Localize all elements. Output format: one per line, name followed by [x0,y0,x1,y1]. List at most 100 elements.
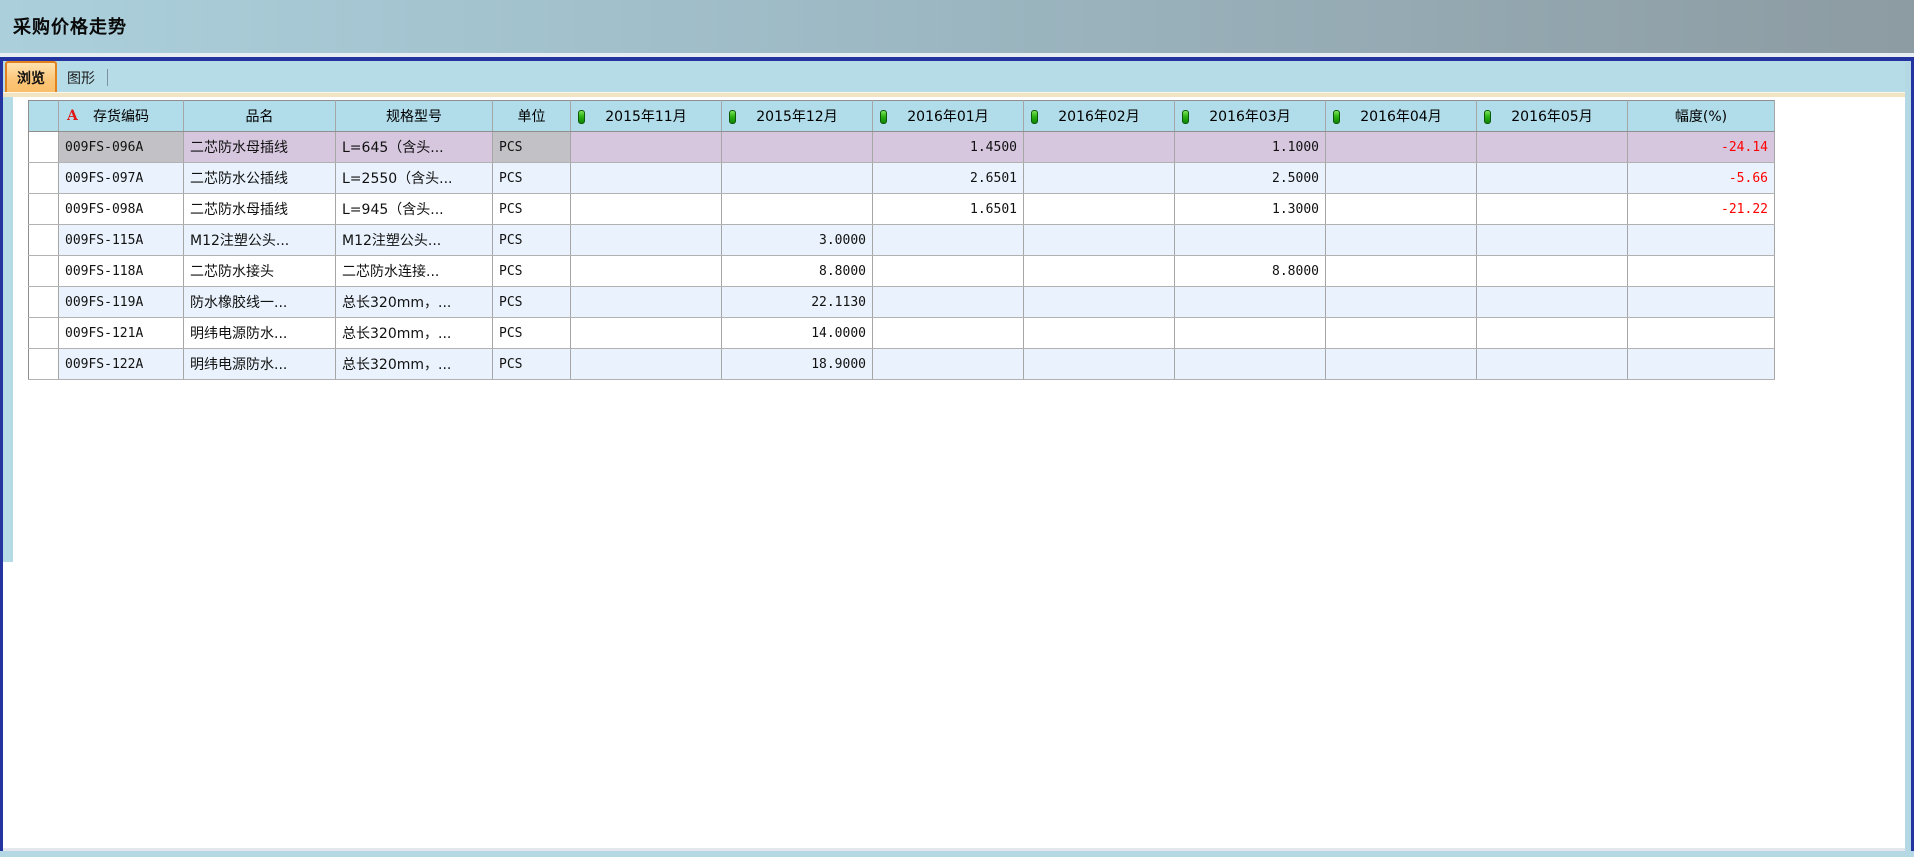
cell-spec[interactable]: L=945（含头... [336,194,493,225]
column-header-month-3[interactable]: 2016年02月 [1024,101,1175,132]
cell-month-4[interactable] [1175,318,1326,349]
column-header-name[interactable]: 品名 [184,101,336,132]
cell-month-6[interactable] [1477,163,1628,194]
cell-unit[interactable]: PCS [493,349,571,380]
cell-month-1[interactable] [722,194,873,225]
cell-month-5[interactable] [1326,349,1477,380]
cell-spec[interactable]: 总长320mm，... [336,349,493,380]
cell-name[interactable]: M12注塑公头... [184,225,336,256]
cell-month-3[interactable] [1024,256,1175,287]
cell-month-2[interactable] [873,318,1024,349]
row-selector-cell[interactable] [29,132,59,163]
cell-month-1[interactable]: 14.0000 [722,318,873,349]
cell-name[interactable]: 二芯防水母插线 [184,132,336,163]
cell-month-4[interactable]: 2.5000 [1175,163,1326,194]
cell-code[interactable]: 009FS-118A [59,256,184,287]
cell-month-3[interactable] [1024,287,1175,318]
cell-spec[interactable]: 总长320mm，... [336,318,493,349]
cell-name[interactable]: 防水橡胶线一... [184,287,336,318]
cell-range[interactable]: -24.14 [1628,132,1775,163]
cell-month-4[interactable]: 1.3000 [1175,194,1326,225]
cell-month-5[interactable] [1326,287,1477,318]
cell-month-6[interactable] [1477,256,1628,287]
row-selector-cell[interactable] [29,256,59,287]
cell-month-2[interactable]: 1.4500 [873,132,1024,163]
cell-name[interactable]: 二芯防水公插线 [184,163,336,194]
table-row[interactable]: 009FS-119A防水橡胶线一...总长320mm，...PCS22.1130 [29,287,1775,318]
cell-month-2[interactable]: 2.6501 [873,163,1024,194]
cell-month-1[interactable] [722,132,873,163]
cell-code[interactable]: 009FS-121A [59,318,184,349]
cell-code[interactable]: 009FS-097A [59,163,184,194]
cell-range[interactable] [1628,318,1775,349]
cell-range[interactable]: -21.22 [1628,194,1775,225]
table-row[interactable]: 009FS-096A二芯防水母插线L=645（含头...PCS1.45001.1… [29,132,1775,163]
cell-month-2[interactable] [873,256,1024,287]
column-header-month-4[interactable]: 2016年03月 [1175,101,1326,132]
cell-unit[interactable]: PCS [493,287,571,318]
cell-month-4[interactable]: 1.1000 [1175,132,1326,163]
cell-month-4[interactable] [1175,287,1326,318]
table-row[interactable]: 009FS-122A明纬电源防水...总长320mm，...PCS18.9000 [29,349,1775,380]
cell-unit[interactable]: PCS [493,318,571,349]
cell-month-3[interactable] [1024,318,1175,349]
cell-unit[interactable]: PCS [493,194,571,225]
cell-month-0[interactable] [571,225,722,256]
cell-name[interactable]: 明纬电源防水... [184,349,336,380]
tab-browse[interactable]: 浏览 [5,61,57,92]
row-selector-cell[interactable] [29,194,59,225]
column-header-month-0[interactable]: 2015年11月 [571,101,722,132]
cell-month-0[interactable] [571,349,722,380]
cell-range[interactable] [1628,349,1775,380]
cell-spec[interactable]: 总长320mm，... [336,287,493,318]
cell-month-1[interactable]: 8.8000 [722,256,873,287]
cell-month-6[interactable] [1477,287,1628,318]
column-header-range[interactable]: 幅度(%) [1628,101,1775,132]
cell-month-5[interactable] [1326,318,1477,349]
cell-range[interactable] [1628,225,1775,256]
column-header-month-2[interactable]: 2016年01月 [873,101,1024,132]
row-selector-cell[interactable] [29,225,59,256]
cell-unit[interactable]: PCS [493,132,571,163]
table-row[interactable]: 009FS-118A二芯防水接头二芯防水连接...PCS8.80008.8000 [29,256,1775,287]
cell-name[interactable]: 明纬电源防水... [184,318,336,349]
column-header-spec[interactable]: 规格型号 [336,101,493,132]
cell-month-0[interactable] [571,318,722,349]
cell-month-2[interactable] [873,349,1024,380]
cell-month-2[interactable]: 1.6501 [873,194,1024,225]
cell-spec[interactable]: L=2550（含头... [336,163,493,194]
cell-month-4[interactable] [1175,225,1326,256]
cell-month-3[interactable] [1024,163,1175,194]
cell-month-0[interactable] [571,256,722,287]
cell-unit[interactable]: PCS [493,163,571,194]
cell-month-3[interactable] [1024,132,1175,163]
cell-month-4[interactable]: 8.8000 [1175,256,1326,287]
cell-unit[interactable]: PCS [493,225,571,256]
cell-code[interactable]: 009FS-122A [59,349,184,380]
cell-unit[interactable]: PCS [493,256,571,287]
table-row[interactable]: 009FS-098A二芯防水母插线L=945（含头...PCS1.65011.3… [29,194,1775,225]
cell-month-5[interactable] [1326,194,1477,225]
cell-month-6[interactable] [1477,349,1628,380]
column-header-month-6[interactable]: 2016年05月 [1477,101,1628,132]
cell-range[interactable] [1628,256,1775,287]
cell-month-1[interactable]: 22.1130 [722,287,873,318]
row-selector-cell[interactable] [29,163,59,194]
cell-spec[interactable]: 二芯防水连接... [336,256,493,287]
cell-month-6[interactable] [1477,225,1628,256]
cell-month-3[interactable] [1024,194,1175,225]
row-selector-header[interactable] [29,101,59,132]
row-selector-cell[interactable] [29,287,59,318]
cell-month-0[interactable] [571,132,722,163]
cell-month-6[interactable] [1477,132,1628,163]
cell-month-1[interactable]: 3.0000 [722,225,873,256]
cell-month-6[interactable] [1477,194,1628,225]
cell-month-2[interactable] [873,287,1024,318]
row-selector-cell[interactable] [29,318,59,349]
cell-name[interactable]: 二芯防水母插线 [184,194,336,225]
cell-month-2[interactable] [873,225,1024,256]
cell-month-1[interactable] [722,163,873,194]
table-row[interactable]: 009FS-115AM12注塑公头...M12注塑公头...PCS3.0000 [29,225,1775,256]
column-header-month-1[interactable]: 2015年12月 [722,101,873,132]
cell-month-6[interactable] [1477,318,1628,349]
